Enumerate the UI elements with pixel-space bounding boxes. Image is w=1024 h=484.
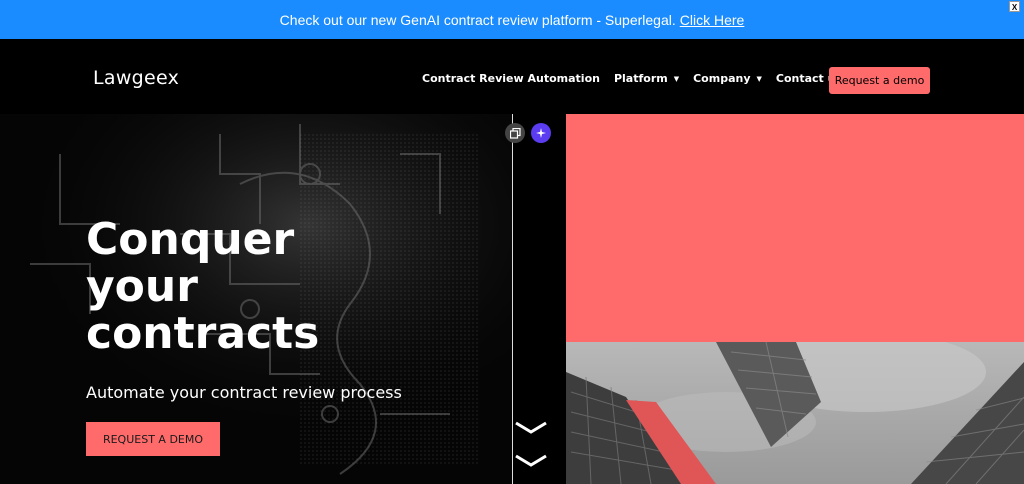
hero-request-demo-button[interactable]: REQUEST A DEMO: [86, 422, 220, 456]
caret-down-icon: ▼: [673, 74, 680, 83]
hero-title-line: contracts: [86, 308, 320, 359]
hero-subtitle: Automate your contract review process: [86, 383, 402, 402]
accent-panel: [566, 114, 1024, 342]
sparkle-icon[interactable]: [531, 123, 551, 143]
hero-title-line: your: [86, 261, 198, 312]
request-demo-button[interactable]: Request a demo: [829, 67, 930, 94]
close-icon[interactable]: X: [1009, 1, 1020, 12]
chevron-down-icon[interactable]: [514, 452, 548, 470]
caret-down-icon: ▼: [756, 74, 762, 83]
main-nav: Contract Review Automation Platform ▼ Co…: [422, 72, 856, 85]
hero-title: Conquer your contracts: [86, 216, 386, 357]
nav-item-company[interactable]: Company ▼: [693, 72, 762, 85]
copy-icon[interactable]: [505, 123, 525, 143]
hero-section: Conquer your contracts Automate your con…: [0, 114, 512, 484]
logo[interactable]: Lawgeex: [93, 67, 179, 89]
nav-item-label: Company: [693, 72, 751, 85]
hero-title-line: Conquer: [86, 214, 295, 265]
site-header: Lawgeex Contract Review Automation Platf…: [0, 39, 1024, 114]
nav-item-contract-review-automation[interactable]: Contract Review Automation: [422, 72, 600, 85]
hero-divider: [505, 114, 566, 484]
announcement-text: Check out our new GenAI contract review …: [279, 11, 676, 28]
chevron-down-icon[interactable]: [514, 419, 548, 437]
building-photo: [566, 342, 1024, 484]
nav-item-platform[interactable]: Platform ▼: [614, 72, 679, 85]
announcement-bar: Check out our new GenAI contract review …: [0, 0, 1024, 39]
divider-line: [512, 114, 513, 484]
nav-item-label: Platform: [613, 72, 668, 85]
announcement-link[interactable]: Click Here: [680, 12, 745, 28]
nav-item-label: Contract Review Automation: [422, 72, 600, 85]
